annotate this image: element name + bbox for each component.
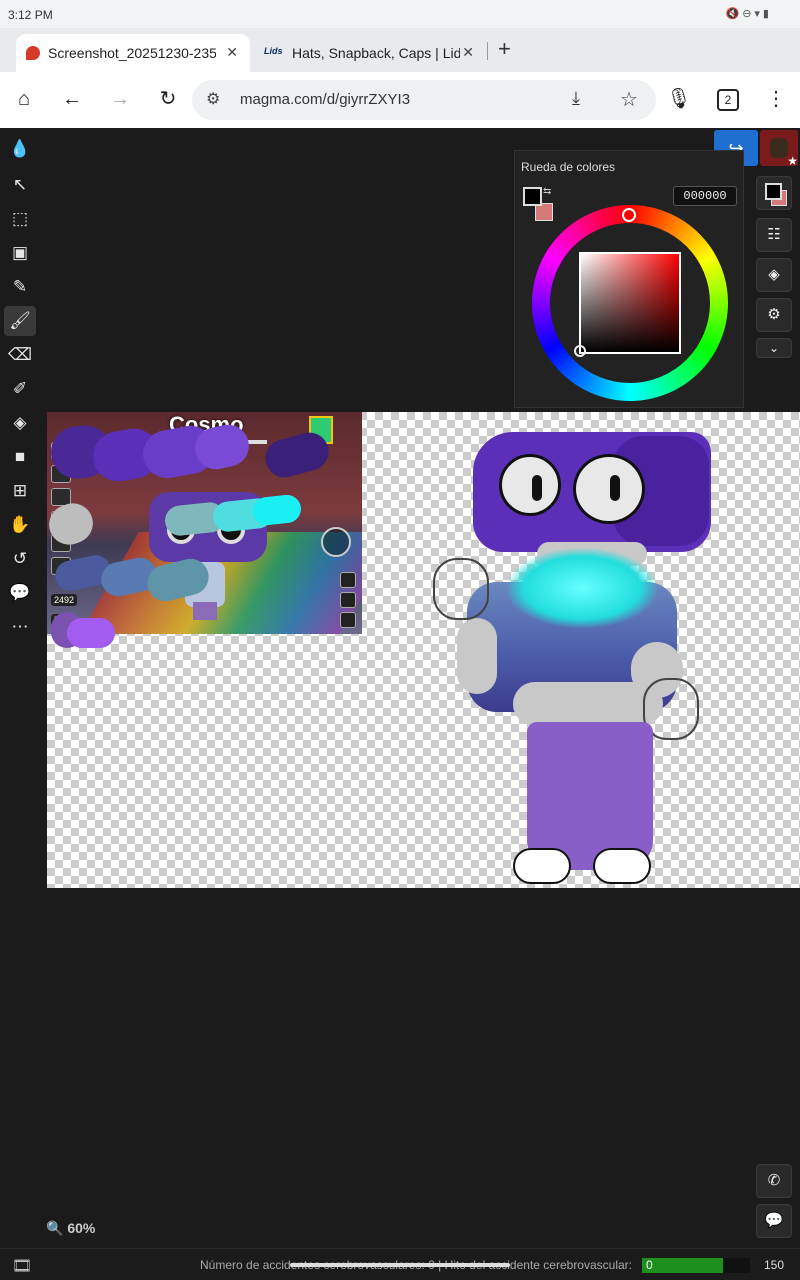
fill-tool-icon[interactable]: ◈ bbox=[4, 408, 36, 438]
close-tab-icon[interactable]: ✕ bbox=[226, 44, 238, 61]
tool-sidebar: 💧 ↖ ⬚ ▣ ✎ 🖌 ⌫ ✐ ◈ ■ ⊞ ✋ ↺ 💬 ⋯ bbox=[0, 128, 40, 1248]
avatar-image bbox=[770, 138, 788, 158]
home-icon[interactable]: ⌂ bbox=[9, 84, 39, 114]
character-right-eye bbox=[573, 454, 645, 524]
character-fluff bbox=[457, 618, 497, 694]
chat-icon[interactable]: 💬 bbox=[756, 1204, 792, 1238]
color-swatch-button[interactable] bbox=[756, 176, 792, 210]
site-settings-icon[interactable]: ⚙ bbox=[206, 89, 220, 109]
new-tab-icon[interactable]: + bbox=[498, 36, 511, 62]
reload-icon[interactable]: ↻ bbox=[153, 84, 183, 114]
hue-wheel[interactable] bbox=[532, 205, 728, 401]
hex-color-input[interactable]: 000000 bbox=[673, 186, 737, 206]
hand-tool-icon[interactable]: ✋ bbox=[4, 510, 36, 540]
bookmark-star-icon[interactable]: ☆ bbox=[620, 87, 638, 112]
settings-gear-icon[interactable]: ⚙ bbox=[756, 298, 792, 332]
search-icon: 🔍 bbox=[46, 1220, 64, 1236]
milestone-meter: 0 bbox=[642, 1258, 750, 1273]
eraser-tool-icon[interactable]: ⌫ bbox=[4, 340, 36, 370]
character-left-pupil bbox=[532, 475, 542, 501]
saturation-value-square[interactable] bbox=[579, 252, 681, 354]
tab-hats[interactable]: Lids Hats, Snapback, Caps | Lid ✕ bbox=[254, 34, 486, 72]
status-time: 3:12 PM bbox=[8, 8, 53, 22]
color-wheel-panel: Rueda de colores ⇆ 000000 bbox=[514, 150, 744, 408]
milestone-max: 150 bbox=[764, 1258, 785, 1272]
tab-screenshot[interactable]: Screenshot_20251230-235 ✕ bbox=[16, 34, 250, 72]
character-hand-outline bbox=[433, 558, 489, 620]
shape-tool-icon[interactable]: ■ bbox=[4, 442, 36, 472]
foreground-color-swatch[interactable] bbox=[523, 187, 542, 206]
system-status-bar: 3:12 PM 🔇⊖▾▮ bbox=[0, 0, 800, 28]
pencil-tool-icon[interactable]: ✎ bbox=[4, 272, 36, 302]
more-tools-icon[interactable]: ⋯ bbox=[4, 612, 36, 642]
hue-knob[interactable] bbox=[622, 208, 636, 222]
browser-tab-strip: Screenshot_20251230-235 ✕ Lids Hats, Sna… bbox=[0, 28, 800, 72]
dock-foreground-swatch bbox=[765, 183, 782, 200]
rotate-tool-icon[interactable]: ↺ bbox=[4, 544, 36, 574]
layers-icon[interactable]: ◈ bbox=[756, 258, 792, 292]
move-tool-icon[interactable]: ↖ bbox=[4, 170, 36, 200]
tab-divider bbox=[487, 42, 488, 60]
tab-switcher-button[interactable]: 2 bbox=[717, 89, 739, 111]
transform-tool-icon[interactable]: ▣ bbox=[4, 238, 36, 268]
url-text[interactable]: magma.com/d/giyrrZXYI3 bbox=[240, 91, 410, 108]
tab-title: Hats, Snapback, Caps | Lid bbox=[292, 45, 460, 61]
browser-toolbar: ⌂ ← → ↻ ⚙ magma.com/d/giyrrZXYI3 ⤓ ☆ 🎙 2… bbox=[0, 72, 800, 128]
character-left-eye bbox=[499, 454, 561, 516]
reference-button bbox=[340, 572, 356, 588]
phone-icon[interactable]: ✆ bbox=[756, 1164, 792, 1198]
close-tab-icon[interactable]: ✕ bbox=[462, 44, 474, 61]
chevron-down-icon[interactable]: ⌄ bbox=[756, 338, 792, 358]
gesture-bar bbox=[290, 1263, 510, 1267]
reference-button bbox=[340, 612, 356, 628]
back-arrow-icon[interactable]: ← bbox=[57, 84, 87, 114]
lids-favicon-icon: Lids bbox=[264, 46, 283, 56]
saturation-value-knob[interactable] bbox=[574, 345, 586, 357]
swap-colors-icon[interactable]: ⇆ bbox=[543, 186, 551, 197]
character-shoe bbox=[513, 848, 571, 884]
color-panel-title: Rueda de colores bbox=[521, 160, 616, 174]
drawing-canvas[interactable]: Cosmo 2492 5119 bbox=[47, 412, 800, 888]
milestone-meter-value: 0 bbox=[646, 1258, 653, 1272]
character-fluff bbox=[513, 682, 663, 726]
film-strip-icon[interactable]: 🎞 bbox=[12, 1256, 32, 1276]
reference-button bbox=[340, 592, 356, 608]
more-menu-icon[interactable]: ⋮ bbox=[761, 84, 791, 114]
smudge-tool-icon[interactable]: ✐ bbox=[4, 374, 36, 404]
add-tool-icon[interactable]: ⊞ bbox=[4, 476, 36, 506]
color-stroke bbox=[67, 618, 115, 648]
brush-tool-icon[interactable]: 🖌 bbox=[4, 306, 36, 336]
reference-stat-1: 2492 bbox=[51, 594, 78, 606]
selection-tool-icon[interactable]: ⬚ bbox=[4, 204, 36, 234]
magma-favicon-icon bbox=[26, 46, 40, 60]
address-bar[interactable]: ⚙ magma.com/d/giyrrZXYI3 ⤓ ☆ bbox=[192, 80, 656, 120]
comment-tool-icon[interactable]: 💬 bbox=[4, 578, 36, 608]
brush-settings-icon[interactable]: ☷ bbox=[756, 218, 792, 252]
right-dock: ☷ ◈ ⚙ ⌄ bbox=[754, 176, 794, 366]
character-drawing bbox=[417, 432, 717, 888]
zoom-indicator[interactable]: 🔍 60% bbox=[46, 1220, 95, 1237]
milestone-meter-fill bbox=[642, 1258, 723, 1273]
character-bow bbox=[507, 548, 657, 628]
character-right-pupil bbox=[610, 475, 620, 501]
character-shoe bbox=[593, 848, 651, 884]
forward-arrow-icon[interactable]: → bbox=[105, 84, 135, 114]
download-icon[interactable]: ⤓ bbox=[572, 88, 580, 109]
tab-title: Screenshot_20251230-235 bbox=[48, 45, 216, 61]
microphone-icon[interactable]: 🎙 bbox=[664, 84, 694, 114]
zoom-level: 60% bbox=[67, 1220, 96, 1236]
magma-logo-icon[interactable]: 💧 bbox=[4, 134, 36, 164]
user-avatar[interactable] bbox=[760, 130, 798, 168]
reference-character-legs bbox=[193, 602, 217, 620]
status-icons: 🔇⊖▾▮ bbox=[725, 8, 772, 20]
magma-app: 💧 ↖ ⬚ ▣ ✎ 🖌 ⌫ ✐ ◈ ■ ⊞ ✋ ↺ 💬 ⋯ ↪ Rueda de… bbox=[0, 128, 800, 1280]
reference-arrow-icon bbox=[321, 527, 351, 557]
